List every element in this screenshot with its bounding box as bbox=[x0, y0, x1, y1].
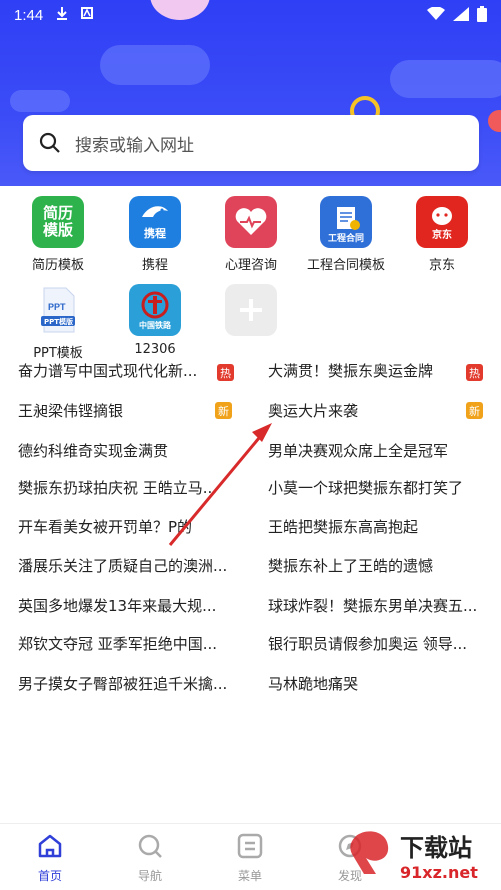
app-psychology[interactable]: 心理咨询 bbox=[203, 196, 299, 273]
home-icon bbox=[38, 834, 62, 858]
ppt-template-icon: PPT PPT模版 bbox=[32, 284, 84, 336]
app-label: 工程合同模板 bbox=[306, 258, 385, 273]
battery-icon bbox=[477, 6, 487, 26]
app-label: PPT模板 bbox=[33, 346, 83, 361]
news-item[interactable]: 男单决赛观众席上全是冠军 bbox=[268, 440, 494, 470]
news-item[interactable]: 奋力谱写中国式现代化新... bbox=[18, 360, 208, 390]
cloud-decoration bbox=[10, 90, 70, 112]
news-item[interactable]: 王昶梁伟铿摘银 bbox=[18, 400, 208, 430]
status-bar: 1:44 bbox=[0, 0, 501, 30]
cloud-decoration bbox=[390, 60, 501, 98]
signal-icon bbox=[453, 7, 469, 25]
ctrip-icon: 携程 bbox=[129, 196, 181, 248]
site-watermark: 下载站 91xz.net bbox=[348, 826, 498, 886]
news-item[interactable]: 马林跪地痛哭 bbox=[268, 673, 494, 703]
app-label: 12306 bbox=[134, 342, 176, 357]
watermark-text: 下载站 bbox=[400, 834, 472, 862]
nav-menu[interactable]: 菜单 bbox=[215, 832, 285, 884]
svg-text:PPT: PPT bbox=[48, 302, 66, 312]
news-item[interactable]: 王皓把樊振东高高抱起 bbox=[268, 516, 494, 546]
compass-icon bbox=[138, 834, 162, 858]
news-item[interactable]: 开车看美女被开罚单？P的 bbox=[18, 516, 244, 546]
new-badge: 新 bbox=[215, 402, 232, 419]
add-app-icon bbox=[225, 284, 277, 336]
news-item[interactable]: 德约科维奇实现金满贯 bbox=[18, 440, 244, 470]
hot-badge: 热 bbox=[217, 364, 234, 381]
new-badge: 新 bbox=[466, 402, 483, 419]
app-ctrip[interactable]: 携程 携程 bbox=[107, 196, 203, 273]
nav-label: 首页 bbox=[37, 869, 62, 883]
railway-12306-icon: 中国铁路 bbox=[129, 284, 181, 336]
app-label: 携程 bbox=[141, 258, 168, 273]
app-label: 简历模板 bbox=[31, 258, 84, 273]
jd-icon: 京东 bbox=[416, 196, 468, 248]
app-ppt-template[interactable]: PPT PPT模版 PPT模板 bbox=[10, 284, 106, 361]
nav-guide[interactable]: 导航 bbox=[115, 832, 185, 884]
news-item[interactable]: 郑钦文夺冠 亚季军拒绝中国... bbox=[18, 633, 244, 663]
download-icon bbox=[55, 6, 69, 24]
wifi-icon bbox=[427, 6, 445, 25]
add-app-button[interactable] bbox=[203, 284, 299, 336]
news-item[interactable]: 球球炸裂！樊振东男单决赛五... bbox=[268, 595, 494, 625]
news-item[interactable]: 英国多地爆发13年来最大规... bbox=[18, 595, 244, 625]
news-item[interactable]: 银行职员请假参加奥运 领导... bbox=[268, 633, 494, 663]
news-item[interactable]: 潘展乐关注了质疑自己的澳洲... bbox=[18, 555, 244, 585]
search-icon bbox=[39, 132, 60, 153]
news-item[interactable]: 奥运大片来袭 bbox=[268, 400, 458, 430]
news-item[interactable]: 男子摸女子臀部被狂追千米擒... bbox=[18, 673, 244, 703]
resume-template-icon: 简历 模版 bbox=[32, 196, 84, 248]
watermark-url: 91xz.net bbox=[400, 863, 478, 882]
hot-badge: 热 bbox=[466, 364, 483, 381]
search-placeholder: 搜索或输入网址 bbox=[75, 135, 194, 156]
cloud-decoration bbox=[100, 45, 210, 85]
nav-label: 菜单 bbox=[237, 869, 262, 883]
news-item[interactable]: 樊振东扔球拍庆祝 王皓立马... bbox=[18, 477, 244, 507]
nav-label: 导航 bbox=[137, 869, 162, 883]
app-12306[interactable]: 中国铁路 12306 bbox=[107, 284, 203, 357]
svg-text:PPT模版: PPT模版 bbox=[44, 317, 73, 326]
search-input[interactable]: 搜索或输入网址 bbox=[23, 115, 479, 171]
status-time: 1:44 bbox=[14, 6, 44, 24]
news-item[interactable]: 樊振东补上了王皓的遗憾 bbox=[268, 555, 494, 585]
app-contract-template[interactable]: 工程合同 工程合同模板 bbox=[298, 196, 394, 273]
app-resume-template[interactable]: 简历 模版 简历模板 bbox=[10, 196, 106, 273]
app-notification-icon bbox=[81, 7, 94, 23]
nav-home[interactable]: 首页 bbox=[15, 832, 85, 884]
app-jd[interactable]: 京东 京东 bbox=[394, 196, 490, 273]
menu-icon bbox=[237, 833, 263, 859]
red-dot-decoration bbox=[488, 110, 501, 132]
app-label: 京东 bbox=[428, 258, 455, 273]
app-label: 心理咨询 bbox=[224, 258, 277, 273]
psychology-heart-icon bbox=[225, 196, 277, 248]
news-item[interactable]: 小莫一个球把樊振东都打笑了 bbox=[268, 477, 494, 507]
news-item[interactable]: 大满贯！樊振东奥运金牌 bbox=[268, 360, 458, 390]
contract-template-icon: 工程合同 bbox=[320, 196, 372, 248]
